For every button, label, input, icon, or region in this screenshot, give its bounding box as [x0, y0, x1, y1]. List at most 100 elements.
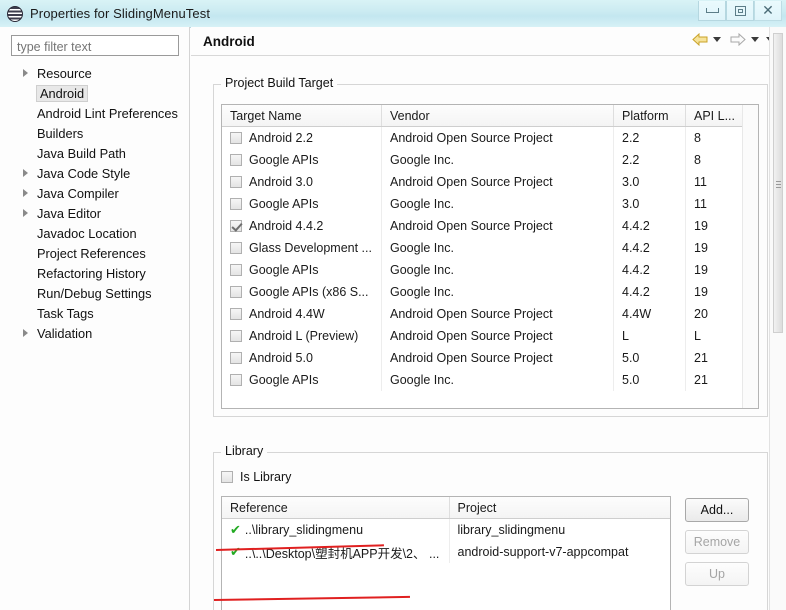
- build-target-name-cell[interactable]: Android 3.0: [222, 171, 382, 193]
- sidebar-item-android[interactable]: Android: [0, 83, 190, 103]
- build-target-row[interactable]: Android 2.2 Android Open Source Project 2.…: [222, 127, 758, 149]
- title-bar: Properties for SlidingMenuTest ✕: [0, 0, 786, 28]
- build-target-column-header[interactable]: API L...: [686, 105, 745, 126]
- sidebar-item-android-lint-preferences[interactable]: Android Lint Preferences: [0, 103, 190, 123]
- library-reference-cell[interactable]: ✔ ..\library_slidingmenu: [222, 519, 450, 541]
- build-target-name-cell[interactable]: Android 2.2: [222, 127, 382, 149]
- minimize-button[interactable]: [698, 1, 726, 21]
- build-target-name-cell[interactable]: Android L (Preview): [222, 325, 382, 347]
- build-target-checkbox[interactable]: [230, 330, 242, 342]
- build-target-row[interactable]: Google APIs Google Inc. 2.2 8: [222, 149, 758, 171]
- build-target-platform-cell: L: [614, 325, 686, 347]
- expand-arrow-icon[interactable]: [23, 329, 28, 337]
- add-button[interactable]: Add...: [685, 498, 749, 522]
- is-library-checkbox[interactable]: [221, 471, 233, 483]
- library-row[interactable]: ✔ ..\..\Desktop\塑封机APP开发\2、 ... android-su…: [222, 541, 670, 563]
- build-target-platform-cell: 4.4W: [614, 303, 686, 325]
- build-target-row[interactable]: Google APIs Google Inc. 4.4.2 19: [222, 259, 758, 281]
- build-target-name-cell[interactable]: Google APIs: [222, 369, 382, 391]
- build-target-column-header[interactable]: Platform: [614, 105, 686, 126]
- build-target-row[interactable]: Glass Development ... Google Inc. 4.4.2 19: [222, 237, 758, 259]
- build-target-name-cell[interactable]: Android 5.0: [222, 347, 382, 369]
- forward-dropdown-icon[interactable]: [751, 36, 759, 42]
- maximize-button[interactable]: [726, 1, 754, 21]
- build-target-checkbox[interactable]: [230, 308, 242, 320]
- build-target-name-cell[interactable]: Android 4.4W: [222, 303, 382, 325]
- build-target-row[interactable]: Android 4.4.2 Android Open Source Project…: [222, 215, 758, 237]
- sidebar-item-builders[interactable]: Builders: [0, 123, 190, 143]
- build-target-row[interactable]: Google APIs Google Inc. 5.0 21: [222, 369, 758, 391]
- sidebar-item-label: Java Build Path: [37, 145, 126, 161]
- filter-input[interactable]: [11, 35, 179, 56]
- build-target-checkbox[interactable]: [230, 242, 242, 254]
- sidebar-item-java-compiler[interactable]: Java Compiler: [0, 183, 190, 203]
- forward-button[interactable]: [728, 30, 748, 48]
- sidebar-item-java-build-path[interactable]: Java Build Path: [0, 143, 190, 163]
- build-target-name-cell[interactable]: Android 4.4.2: [222, 215, 382, 237]
- back-button[interactable]: [690, 30, 710, 48]
- build-target-row[interactable]: Google APIs Google Inc. 3.0 11: [222, 193, 758, 215]
- build-target-api-cell: 19: [694, 219, 708, 233]
- sidebar-item-refactoring-history[interactable]: Refactoring History: [0, 263, 190, 283]
- check-mark-icon: ✔: [230, 544, 241, 560]
- build-target-checkbox[interactable]: [230, 176, 242, 188]
- build-target-row[interactable]: Android 3.0 Android Open Source Project 3.…: [222, 171, 758, 193]
- sidebar-item-label: Validation: [37, 325, 93, 341]
- sidebar-item-project-references[interactable]: Project References: [0, 243, 190, 263]
- build-target-table[interactable]: Target Name Vendor Platform API L... Androi…: [221, 104, 759, 409]
- sidebar-item-task-tags[interactable]: Task Tags: [0, 303, 190, 323]
- build-target-api-cell: 21: [694, 373, 708, 387]
- up-button: Up: [685, 562, 749, 586]
- dialog-scrollbar[interactable]: [769, 27, 786, 610]
- build-target-name-cell[interactable]: Glass Development ...: [222, 237, 382, 259]
- build-target-name-cell[interactable]: Google APIs: [222, 149, 382, 171]
- sidebar-item-label: Java Code Style: [37, 165, 131, 181]
- build-target-checkbox[interactable]: [230, 374, 242, 386]
- build-target-row[interactable]: Android 4.4W Android Open Source Project 4…: [222, 303, 758, 325]
- dialog-scrollbar-thumb[interactable]: [773, 33, 783, 333]
- sidebar-item-java-code-style[interactable]: Java Code Style: [0, 163, 190, 183]
- build-target-checkbox[interactable]: [230, 220, 242, 232]
- build-target-checkbox[interactable]: [230, 286, 242, 298]
- build-target-vendor-cell: Android Open Source Project: [382, 171, 614, 193]
- build-target-name-cell[interactable]: Google APIs (x86 S...: [222, 281, 382, 303]
- forward-arrow-icon: [730, 32, 746, 46]
- expand-arrow-icon[interactable]: [23, 169, 28, 177]
- build-target-name-cell[interactable]: Google APIs: [222, 259, 382, 281]
- is-library-checkbox-row[interactable]: Is Library: [221, 470, 291, 484]
- build-target-checkbox[interactable]: [230, 264, 242, 276]
- build-target-name-cell[interactable]: Google APIs: [222, 193, 382, 215]
- build-target-name-label: Android 2.2: [249, 131, 313, 145]
- library-reference-cell[interactable]: ✔ ..\..\Desktop\塑封机APP开发\2、 ...: [222, 541, 450, 563]
- build-target-platform-cell: 4.4.2: [614, 215, 686, 237]
- sidebar-item-label: Run/Debug Settings: [37, 285, 152, 301]
- library-column-header[interactable]: Project: [450, 497, 671, 518]
- build-target-checkbox[interactable]: [230, 154, 242, 166]
- expand-arrow-icon[interactable]: [23, 209, 28, 217]
- sidebar-item-java-editor[interactable]: Java Editor: [0, 203, 190, 223]
- build-target-column-header[interactable]: Target Name: [222, 105, 382, 126]
- expand-arrow-icon[interactable]: [23, 189, 28, 197]
- build-target-row[interactable]: Android 5.0 Android Open Source Project 5.…: [222, 347, 758, 369]
- build-target-row[interactable]: Android L (Preview) Android Open Source P…: [222, 325, 758, 347]
- library-reference-table[interactable]: Reference Project ✔ ..\library_slidingmenu…: [221, 496, 671, 610]
- build-target-row[interactable]: Google APIs (x86 S... Google Inc. 4.4.2 19: [222, 281, 758, 303]
- expand-arrow-icon[interactable]: [23, 69, 28, 77]
- close-button[interactable]: ✕: [754, 1, 782, 21]
- library-row[interactable]: ✔ ..\library_slidingmenu library_slidingme…: [222, 519, 670, 541]
- sidebar-item-validation[interactable]: Validation: [0, 323, 190, 343]
- build-target-column-header[interactable]: Vendor: [382, 105, 614, 126]
- build-target-checkbox[interactable]: [230, 352, 242, 364]
- build-target-table-scrollbar[interactable]: [742, 105, 758, 408]
- sidebar-item-run-debug-settings[interactable]: Run/Debug Settings: [0, 283, 190, 303]
- build-target-checkbox[interactable]: [230, 132, 242, 144]
- library-column-header[interactable]: Reference: [222, 497, 450, 518]
- build-target-checkbox[interactable]: [230, 198, 242, 210]
- library-reference-label: ..\library_slidingmenu: [244, 523, 364, 537]
- sidebar-item-resource[interactable]: Resource: [0, 63, 190, 83]
- build-target-platform-cell: 3.0: [614, 193, 686, 215]
- sidebar-item-javadoc-location[interactable]: Javadoc Location: [0, 223, 190, 243]
- back-dropdown-icon[interactable]: [713, 36, 721, 42]
- build-target-vendor-cell: Android Open Source Project: [382, 127, 614, 149]
